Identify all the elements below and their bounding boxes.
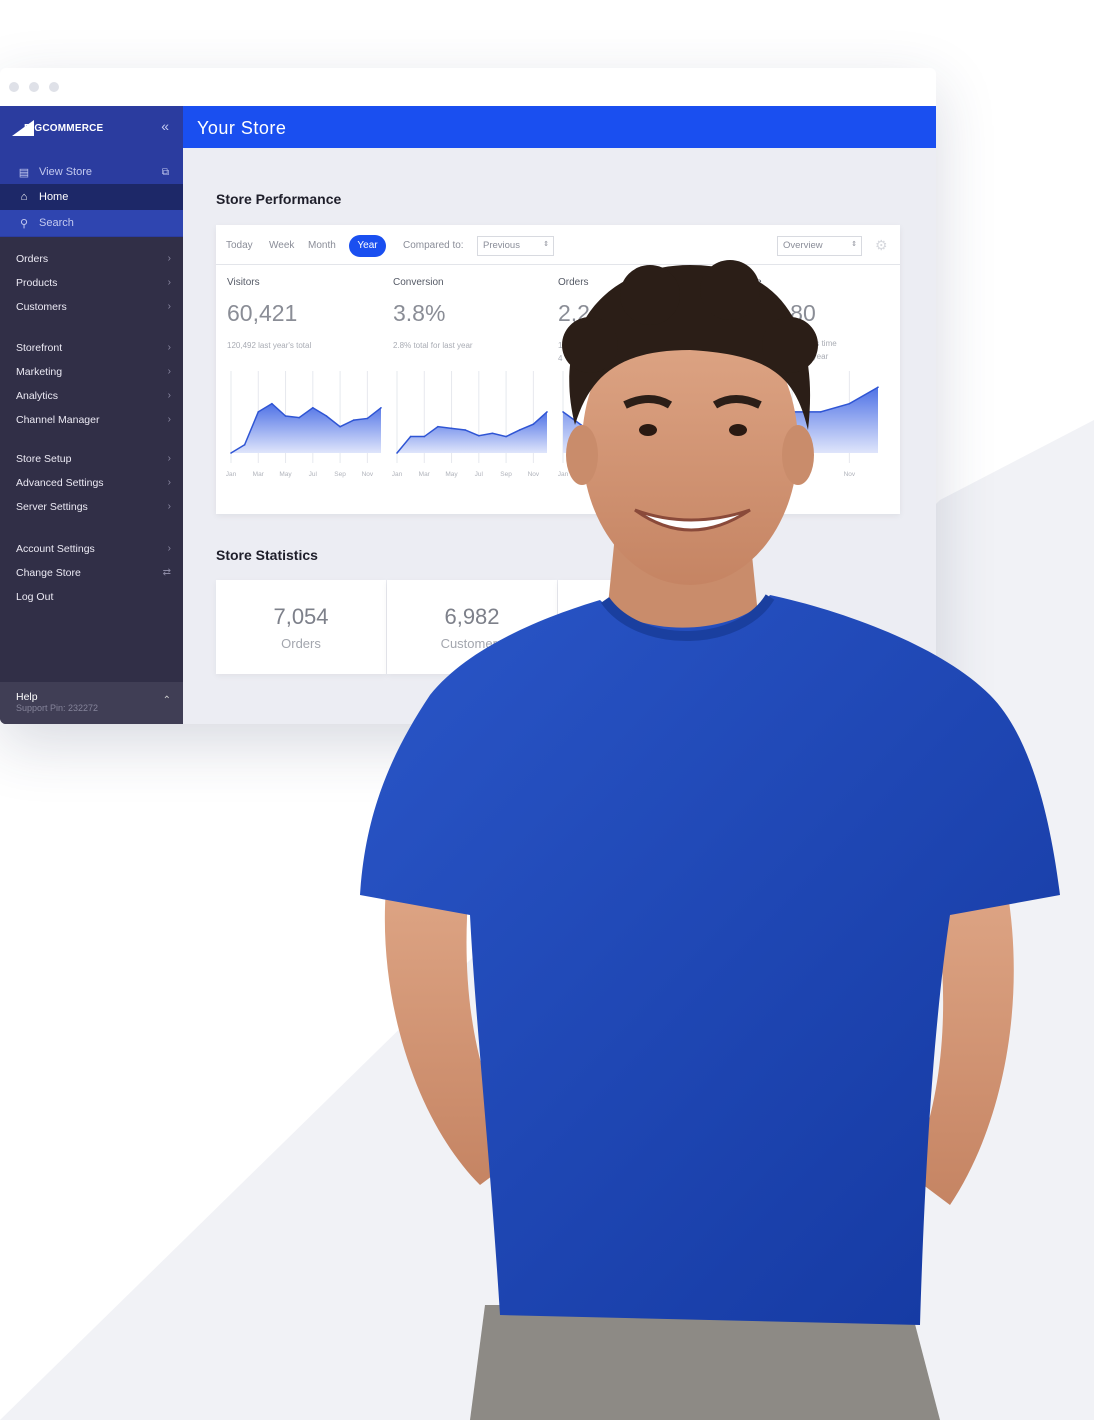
sidebar-item-view-store[interactable]: ▤ View Store ⧉ xyxy=(0,159,183,185)
sidebar: BIGCOMMERCE « ▤ View Store ⧉ ⌂ Home ⚲ Searc… xyxy=(0,106,183,724)
page-header: Your Store xyxy=(183,106,936,148)
sidebar-item-orders[interactable]: Orders › xyxy=(16,253,171,265)
sidebar-item-search[interactable]: ⚲ Search xyxy=(0,210,183,236)
sidebar-item-store-setup[interactable]: Store Setup › xyxy=(16,453,171,465)
compared-select[interactable]: Previous ⇕ xyxy=(477,236,554,256)
chevron-up-icon[interactable]: ⌃ xyxy=(163,695,171,706)
chevron-right-icon: › xyxy=(167,390,171,401)
period-week[interactable]: Week xyxy=(269,240,294,251)
sidebar-item-change-store[interactable]: Change Store ⇄ xyxy=(16,567,171,579)
chevron-right-icon: › xyxy=(167,543,171,554)
title-bar xyxy=(0,68,936,106)
data-point xyxy=(325,415,328,417)
help-label: Help xyxy=(16,691,38,703)
collapse-sidebar-icon[interactable]: « xyxy=(161,118,169,134)
person-photo xyxy=(360,260,1060,1420)
sort-arrows-icon: ⇕ xyxy=(851,241,857,248)
data-point xyxy=(243,443,246,446)
store-icon: ▤ xyxy=(18,166,30,179)
search-icon: ⚲ xyxy=(19,217,29,230)
chevron-right-icon: › xyxy=(167,342,171,353)
chevron-right-icon: › xyxy=(167,501,171,512)
chevron-right-icon: › xyxy=(167,453,171,464)
label: Search xyxy=(39,217,74,229)
chevron-right-icon: › xyxy=(167,253,171,264)
window-dot xyxy=(29,82,39,92)
sidebar-item-advanced-settings[interactable]: Advanced Settings › xyxy=(16,477,171,489)
sidebar-item-marketing[interactable]: Marketing › xyxy=(16,366,171,378)
data-point xyxy=(271,402,273,405)
sidebar-item-storefront[interactable]: Storefront › xyxy=(16,342,171,354)
data-point xyxy=(339,425,341,428)
logo-text: BIGCOMMERCE xyxy=(24,122,104,134)
sidebar-item-customers[interactable]: Customers › xyxy=(16,301,171,313)
label: View Store xyxy=(39,166,92,178)
chevron-right-icon: › xyxy=(167,301,171,312)
sort-arrows-icon: ⇕ xyxy=(543,241,549,248)
x-tick-label: Mar xyxy=(253,471,265,478)
chevron-right-icon: › xyxy=(167,477,171,488)
period-month[interactable]: Month xyxy=(308,240,336,251)
data-point xyxy=(298,416,300,419)
home-icon: ⌂ xyxy=(20,191,28,203)
x-tick-label: May xyxy=(279,471,292,478)
chevron-right-icon: › xyxy=(167,277,171,288)
chevron-right-icon: › xyxy=(167,414,171,425)
sidebar-item-account-settings[interactable]: Account Settings › xyxy=(16,543,171,555)
sidebar-item-products[interactable]: Products › xyxy=(16,277,171,289)
x-tick-label: Sep xyxy=(334,471,346,478)
external-link-icon[interactable]: ⧉ xyxy=(162,167,169,178)
x-tick-label: Jan xyxy=(226,471,237,478)
support-pin: Support Pin: 232272 xyxy=(16,703,99,713)
chevron-right-icon: › xyxy=(167,366,171,377)
data-point xyxy=(230,452,232,454)
bigcommerce-logo[interactable]: BIGCOMMERCE xyxy=(12,120,103,136)
sidebar-item-home[interactable]: ⌂ Home xyxy=(0,184,183,210)
window-dot xyxy=(9,82,19,92)
section-title: Store Statistics xyxy=(216,547,318,563)
sidebar-item-log-out[interactable]: Log Out xyxy=(16,591,171,603)
period-today[interactable]: Today xyxy=(226,240,253,251)
label: Home xyxy=(39,191,69,203)
help-section[interactable]: Help Support Pin: 232272 ⌃ xyxy=(0,682,183,724)
data-point xyxy=(257,411,260,413)
compared-label: Compared to: xyxy=(403,240,464,251)
sidebar-item-analytics[interactable]: Analytics › xyxy=(16,390,171,402)
view-select[interactable]: Overview ⇕ xyxy=(777,236,862,256)
sidebar-item-channel-manager[interactable]: Channel Manager › xyxy=(16,414,171,426)
swap-icon: ⇄ xyxy=(162,567,171,578)
sidebar-item-server-settings[interactable]: Server Settings › xyxy=(16,501,171,513)
x-tick-label: Jul xyxy=(309,471,318,478)
data-point xyxy=(312,406,314,409)
gear-icon[interactable]: ⚙ xyxy=(875,237,888,254)
data-point xyxy=(284,415,287,417)
period-year[interactable]: Year xyxy=(349,235,386,257)
section-title: Store Performance xyxy=(216,191,342,207)
window-dot xyxy=(49,82,59,92)
